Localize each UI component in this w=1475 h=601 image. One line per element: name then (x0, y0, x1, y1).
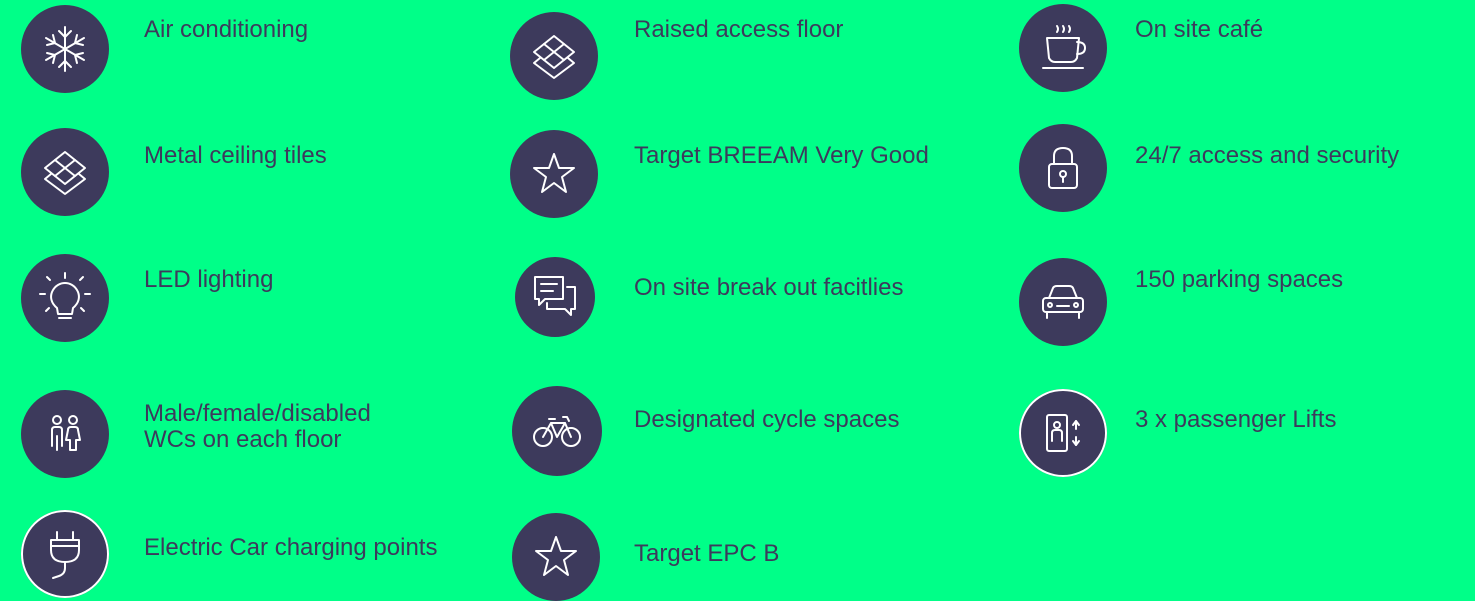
feature-label: Male/female/disabled (144, 400, 371, 427)
car-icon (1019, 258, 1107, 346)
feature-label: On site café (1135, 16, 1264, 43)
lightbulb-icon (21, 254, 109, 342)
padlock-icon (1019, 124, 1107, 212)
layers-icon (510, 12, 598, 100)
feature-label: Raised access floor (634, 16, 844, 43)
feature-label: Air conditioning (144, 16, 309, 43)
lift-icon (1019, 389, 1107, 477)
feature-label: 150 parking spaces (1135, 266, 1344, 293)
bicycle-icon (512, 386, 602, 476)
chat-bubbles-icon (515, 257, 595, 337)
star-icon (510, 130, 598, 218)
feature-label: Electric Car charging points (144, 534, 438, 561)
feature-label: WCs on each floor (144, 426, 342, 453)
snowflake-icon (21, 5, 109, 93)
feature-label: Designated cycle spaces (634, 406, 900, 433)
toilets-icon (21, 390, 109, 478)
star-icon (512, 513, 600, 601)
feature-label: 24/7 access and security (1135, 142, 1400, 169)
feature-label: On site break out facitlies (634, 274, 904, 301)
coffee-cup-icon (1019, 4, 1107, 92)
feature-label: Target BREEAM Very Good (634, 142, 929, 169)
layers-icon (21, 128, 109, 216)
feature-label: 3 x passenger Lifts (1135, 406, 1337, 433)
plug-icon (21, 510, 109, 598)
feature-label: LED lighting (144, 266, 274, 293)
feature-label: Target EPC B (634, 540, 780, 567)
feature-label: Metal ceiling tiles (144, 142, 327, 169)
